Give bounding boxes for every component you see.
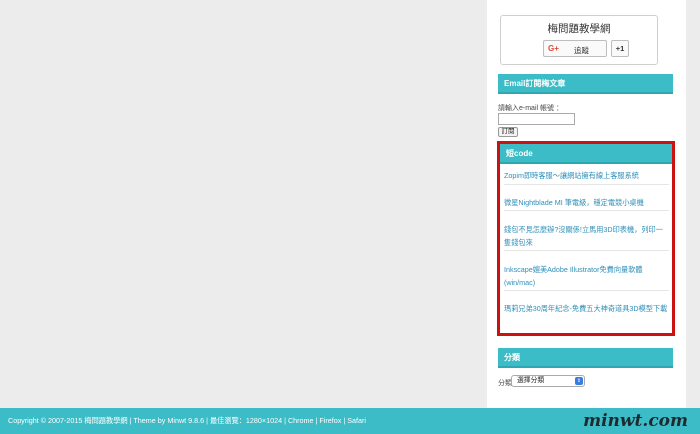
sidebar: 梅問題教學網 G+ 追蹤 +1 Email訂閱梅文章 請輸入e-mail 帳號 … [487,0,686,408]
gplus-follow-button[interactable]: G+ 追蹤 [543,40,607,57]
list-item[interactable]: 錢包不見怎麼辦?沒關係!立馬用3D印表機，列印一隻錢包來 [504,211,669,251]
category-selected-value: 選擇分類 [517,377,545,384]
code-widget-header: 短code [500,144,672,164]
code-article-list: Zopim即時客服～讓網站擁有線上客服系統 微星Nightblade MI 筆電… [504,167,669,327]
category-label: 分類 [498,380,512,387]
subscribe-button[interactable]: 訂閱 [498,127,518,137]
google-plus-badge: 梅問題教學網 G+ 追蹤 +1 [500,15,658,65]
site-footer: Copyright © 2007-2015 梅問題教學網 | Theme by … [0,408,700,434]
gplus-follow-label: 追蹤 [574,46,589,55]
google-plus-icon: G+ [548,44,559,53]
chevron-updown-icon: ⇕ [575,377,583,385]
email-field[interactable] [498,113,575,125]
category-widget-header: 分類 [498,348,673,368]
email-widget-header: Email訂閱梅文章 [498,74,673,94]
category-select[interactable]: 選擇分類 ⇕ [511,375,585,387]
gplus-title: 梅問題教學網 [547,23,611,35]
gplus-plusone-button[interactable]: +1 [611,40,629,57]
list-item[interactable]: Zopim即時客服～讓網站擁有線上客服系統 [504,167,669,185]
watermark-logo: minwt.com [583,411,688,431]
email-prompt: 請輸入e-mail 帳號 ： [498,105,563,112]
footer-text: Copyright © 2007-2015 梅問題教學網 | Theme by … [8,416,366,425]
list-item[interactable]: 瑪莉兄弟30周年紀念-免費五大神奇道具3D模型下載 [504,291,669,327]
list-item[interactable]: Inkscape媲美Adobe Illustrator免費向量軟體(win/ma… [504,251,669,291]
list-item[interactable]: 微星Nightblade MI 筆電級，穩定電競小桌機 [504,185,669,211]
